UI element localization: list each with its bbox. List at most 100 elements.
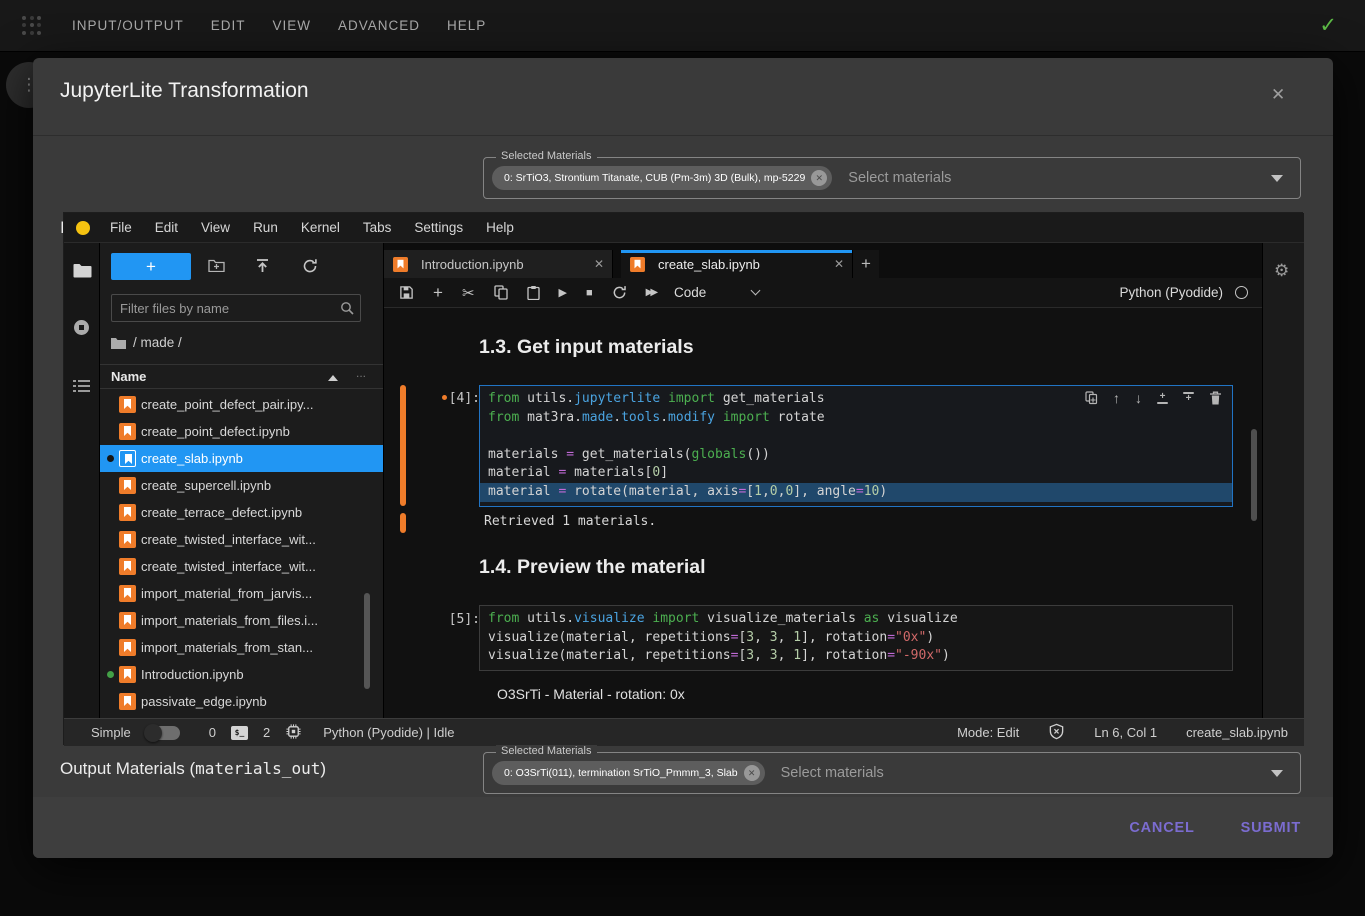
menu-item[interactable]: HELP — [447, 18, 486, 33]
header-divider — [33, 135, 1333, 136]
menu-item[interactable]: VIEW — [273, 18, 312, 33]
cancel-button[interactable]: CANCEL — [1129, 820, 1194, 836]
menu-item[interactable]: File — [110, 220, 132, 235]
file-row[interactable]: create_supercell.ipynb — [100, 472, 384, 499]
dialog-actions: CANCEL SUBMIT — [33, 797, 1333, 858]
menu-item[interactable]: Kernel — [301, 220, 340, 235]
output-collapser[interactable] — [400, 513, 406, 533]
menu-item[interactable]: INPUT/OUTPUT — [72, 18, 184, 33]
file-list-header[interactable]: Name ... — [100, 364, 384, 389]
jupyter-menu: File Edit View Run Kernel Tabs Settings Help — [110, 220, 514, 235]
cell-type-dropdown[interactable]: Code — [674, 285, 759, 300]
code-cell[interactable]: ↑ ↓ + + from utils.jupyterlite import ge… — [479, 385, 1233, 507]
menu-item[interactable]: Run — [253, 220, 278, 235]
input-materials-select[interactable]: Selected Materials 0: SrTiO3, Strontium … — [483, 157, 1301, 199]
add-tab-button[interactable]: + — [853, 250, 879, 278]
cut-icon[interactable]: ✂ — [462, 284, 475, 302]
dropdown-arrow-icon[interactable] — [1271, 175, 1283, 182]
close-icon[interactable]: ✕ — [1271, 85, 1285, 105]
file-row[interactable]: import_material_from_jarvis... — [100, 580, 384, 607]
chip-remove-icon[interactable]: ✕ — [811, 170, 827, 186]
cursor-position[interactable]: Ln 6, Col 1 — [1094, 725, 1157, 740]
menu-item[interactable]: EDIT — [211, 18, 246, 33]
file-row[interactable]: passivate_edge.ipynb — [100, 688, 384, 715]
run-icon[interactable]: ▶ — [559, 286, 567, 299]
folder-icon — [111, 337, 126, 349]
trust-shield-icon[interactable] — [1048, 723, 1065, 743]
menu-item[interactable]: Settings — [414, 220, 463, 235]
code-line: visualize(material, repetitions=[3, 3, 1… — [480, 647, 1232, 666]
statusbar-filename[interactable]: create_slab.ipynb — [1186, 725, 1288, 740]
mode-indicator[interactable]: Mode: Edit — [957, 725, 1019, 740]
restart-kernel-icon[interactable] — [612, 285, 627, 300]
copy-icon[interactable] — [494, 285, 508, 300]
save-icon[interactable] — [399, 285, 414, 300]
upload-icon[interactable] — [255, 258, 270, 278]
menu-item[interactable]: Tabs — [363, 220, 392, 235]
file-row[interactable]: create_point_defect.ipynb — [100, 418, 384, 445]
code-line — [480, 427, 1232, 446]
menu-item[interactable]: Help — [486, 220, 514, 235]
cell-collapser[interactable] — [400, 385, 406, 506]
table-of-contents-icon[interactable] — [73, 379, 90, 398]
kernel-dot-placeholder — [107, 698, 114, 705]
document-panel: Introduction.ipynb ✕ create_slab.ipynb ✕… — [384, 243, 1262, 718]
delete-cell-icon[interactable] — [1209, 391, 1222, 405]
file-row[interactable]: Introduction.ipynb — [100, 661, 384, 688]
running-kernels-icon[interactable] — [73, 319, 90, 341]
notebook-file-icon — [119, 477, 136, 494]
material-chip[interactable]: 0: SrTiO3, Strontium Titanate, CUB (Pm-3… — [492, 166, 832, 190]
refresh-icon[interactable] — [302, 258, 318, 279]
add-cell-icon[interactable]: + — [433, 283, 443, 303]
output-materials-label: Output Materials (materials_out) — [60, 759, 326, 779]
paste-icon[interactable] — [527, 285, 540, 300]
kernel-status-text[interactable]: Python (Pyodide) | Idle — [323, 725, 454, 740]
file-browser-icon[interactable] — [73, 263, 92, 283]
jupyterlite-transformation-dialog: JupyterLite Transformation ✕ Input Mater… — [33, 58, 1333, 858]
file-row[interactable]: import_materials_from_files.i... — [100, 607, 384, 634]
close-icon[interactable]: ✕ — [594, 257, 604, 271]
tab-create-slab[interactable]: create_slab.ipynb ✕ — [621, 250, 853, 278]
file-row[interactable]: create_twisted_interface_wit... — [100, 526, 384, 553]
notebook-file-icon — [119, 423, 136, 440]
notebook-file-icon — [119, 612, 136, 629]
filter-files-input[interactable] — [111, 294, 361, 322]
terminal-icon[interactable]: $_ — [231, 726, 248, 740]
menu-item[interactable]: Edit — [155, 220, 178, 235]
insert-below-icon[interactable]: + — [1183, 392, 1194, 404]
chip-remove-icon[interactable]: ✕ — [744, 765, 760, 781]
tab-introduction[interactable]: Introduction.ipynb ✕ — [384, 250, 613, 278]
gear-icon[interactable]: ⚙ — [1274, 261, 1289, 281]
file-row[interactable]: import_materials_from_stan... — [100, 634, 384, 661]
material-chip[interactable]: 0: O3SrTi(011), termination SrTiO_Pmmm_3… — [492, 761, 765, 785]
file-row[interactable]: create_terrace_defect.ipynb — [100, 499, 384, 526]
stop-icon[interactable]: ■ — [586, 287, 593, 299]
submit-button[interactable]: SUBMIT — [1241, 820, 1301, 836]
move-down-icon[interactable]: ↓ — [1135, 391, 1142, 405]
simple-mode-label: Simple — [91, 725, 131, 740]
simple-mode-toggle[interactable] — [146, 726, 180, 740]
file-row[interactable]: create_slab.ipynb — [100, 445, 384, 472]
menu-item[interactable]: ADVANCED — [338, 18, 420, 33]
output-materials-select[interactable]: Selected Materials 0: O3SrTi(011), termi… — [483, 752, 1301, 794]
close-icon[interactable]: ✕ — [834, 257, 844, 271]
file-row[interactable]: create_twisted_interface_wit... — [100, 553, 384, 580]
kernel-indicator[interactable]: Python (Pyodide) — [1119, 285, 1262, 300]
fast-forward-icon[interactable]: ▶▶ — [646, 287, 655, 298]
file-row[interactable]: create_point_defect_pair.ipy... — [100, 391, 384, 418]
file-browser-scrollbar[interactable] — [364, 593, 370, 689]
insert-above-icon[interactable]: + — [1157, 392, 1168, 404]
menu-item[interactable]: View — [201, 220, 230, 235]
dots-grid-icon — [22, 16, 42, 36]
notebook-file-icon — [630, 257, 645, 272]
breadcrumb[interactable]: / made / — [111, 335, 182, 350]
new-folder-icon[interactable] — [208, 258, 225, 277]
notebook-scrollbar[interactable] — [1251, 429, 1257, 521]
move-up-icon[interactable]: ↑ — [1113, 391, 1120, 405]
duplicate-cell-icon[interactable] — [1085, 391, 1098, 405]
new-launcher-button[interactable]: + — [111, 253, 191, 280]
chevron-down-icon — [751, 286, 761, 296]
dropdown-arrow-icon[interactable] — [1271, 770, 1283, 777]
cpu-chip-icon[interactable] — [285, 723, 302, 743]
code-cell[interactable]: from utils.visualize import visualize_ma… — [479, 605, 1233, 671]
